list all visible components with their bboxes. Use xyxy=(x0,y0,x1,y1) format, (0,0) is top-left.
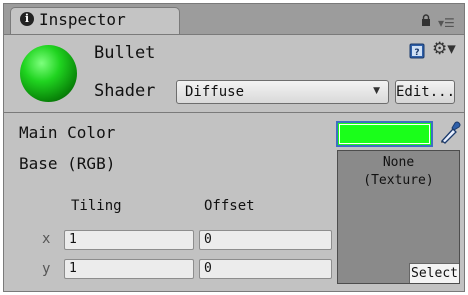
menu-icon[interactable]: ▾☰ xyxy=(438,16,455,30)
shader-label: Shader xyxy=(94,81,156,101)
axis-y-label: y xyxy=(42,261,51,277)
offset-label: Offset xyxy=(204,198,255,214)
edit-button[interactable]: Edit... xyxy=(395,80,455,104)
offset-y-field[interactable]: 0 xyxy=(199,259,332,279)
object-header: Bullet ? ⚙▾ Shader Diffuse ▼ Edit... xyxy=(4,35,464,113)
material-properties: Main Color Base (RGB) None (Texture) Sel… xyxy=(4,113,464,291)
texture-none-label: None xyxy=(382,155,415,170)
select-texture-button[interactable]: Select xyxy=(409,263,459,283)
tiling-label: Tiling xyxy=(71,198,122,214)
texture-slot[interactable]: None (Texture) Select xyxy=(337,150,460,284)
tab-title: Inspector xyxy=(39,10,126,29)
main-color-swatch[interactable] xyxy=(336,121,433,147)
info-icon: i xyxy=(20,12,34,26)
axis-x-label: x xyxy=(42,231,51,247)
base-rgb-label: Base (RGB) xyxy=(19,154,116,173)
offset-x-field[interactable]: 0 xyxy=(199,230,332,250)
main-color-label: Main Color xyxy=(19,123,116,142)
tiling-x-field[interactable]: 1 xyxy=(64,230,194,250)
tab-bar: i Inspector ▾☰ xyxy=(4,4,464,35)
object-name: Bullet xyxy=(94,43,156,63)
dropdown-arrow-icon: ▼ xyxy=(373,86,380,96)
gear-icon[interactable]: ⚙▾ xyxy=(432,39,456,59)
lock-icon[interactable] xyxy=(421,14,431,26)
material-preview xyxy=(20,45,77,102)
help-book-icon[interactable]: ? xyxy=(409,43,425,59)
shader-dropdown[interactable]: Diffuse ▼ xyxy=(176,80,389,104)
tab-inspector[interactable]: i Inspector xyxy=(10,7,180,34)
svg-text:?: ? xyxy=(414,48,419,58)
tiling-y-field[interactable]: 1 xyxy=(64,259,194,279)
inspector-window: i Inspector ▾☰ Bullet ? ⚙▾ Shader Diffus… xyxy=(3,3,465,292)
texture-type-label: (Texture) xyxy=(363,173,434,188)
eyedropper-icon[interactable] xyxy=(439,121,461,145)
shader-value: Diffuse xyxy=(185,84,245,100)
